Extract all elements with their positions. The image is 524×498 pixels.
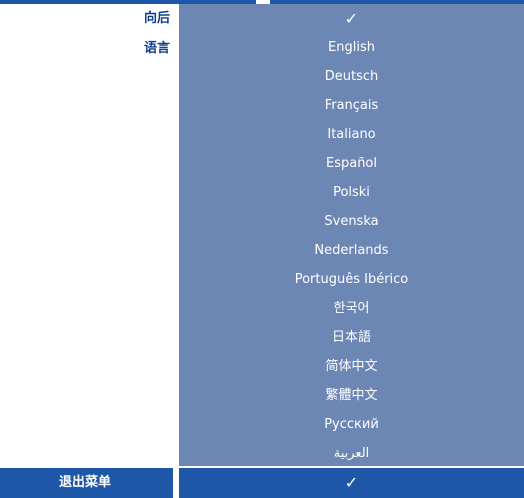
language-label: 语言 bbox=[143, 41, 170, 56]
exit-checkmark-icon[interactable]: ✓ bbox=[179, 468, 524, 498]
language-option[interactable]: 简体中文 bbox=[179, 352, 524, 381]
language-option[interactable]: Nederlands bbox=[179, 236, 524, 265]
language-option[interactable]: Italiano bbox=[179, 120, 524, 149]
language-option[interactable]: العربية bbox=[179, 439, 524, 468]
language-option[interactable]: English bbox=[179, 33, 524, 62]
language-option[interactable]: Svenska bbox=[179, 207, 524, 236]
language-option[interactable]: 繁體中文 bbox=[179, 381, 524, 410]
language-option[interactable]: 한국어 bbox=[179, 294, 524, 323]
back-option-checkmark[interactable]: ✓ bbox=[179, 4, 524, 33]
language-option[interactable]: Русский bbox=[179, 410, 524, 439]
language-menu: 向后 语言 ✓ English Deutsch Français Italian… bbox=[0, 0, 524, 498]
language-option[interactable]: 日本語 bbox=[179, 323, 524, 352]
language-option[interactable]: Polski bbox=[179, 178, 524, 207]
language-option[interactable]: Español bbox=[179, 149, 524, 178]
back-label: 向后 bbox=[143, 11, 170, 26]
language-option[interactable]: Deutsch bbox=[179, 62, 524, 91]
language-option[interactable]: Français bbox=[179, 91, 524, 120]
exit-menu-label[interactable]: 退出菜单 bbox=[0, 468, 170, 498]
language-option[interactable]: Português Ibérico bbox=[179, 265, 524, 294]
